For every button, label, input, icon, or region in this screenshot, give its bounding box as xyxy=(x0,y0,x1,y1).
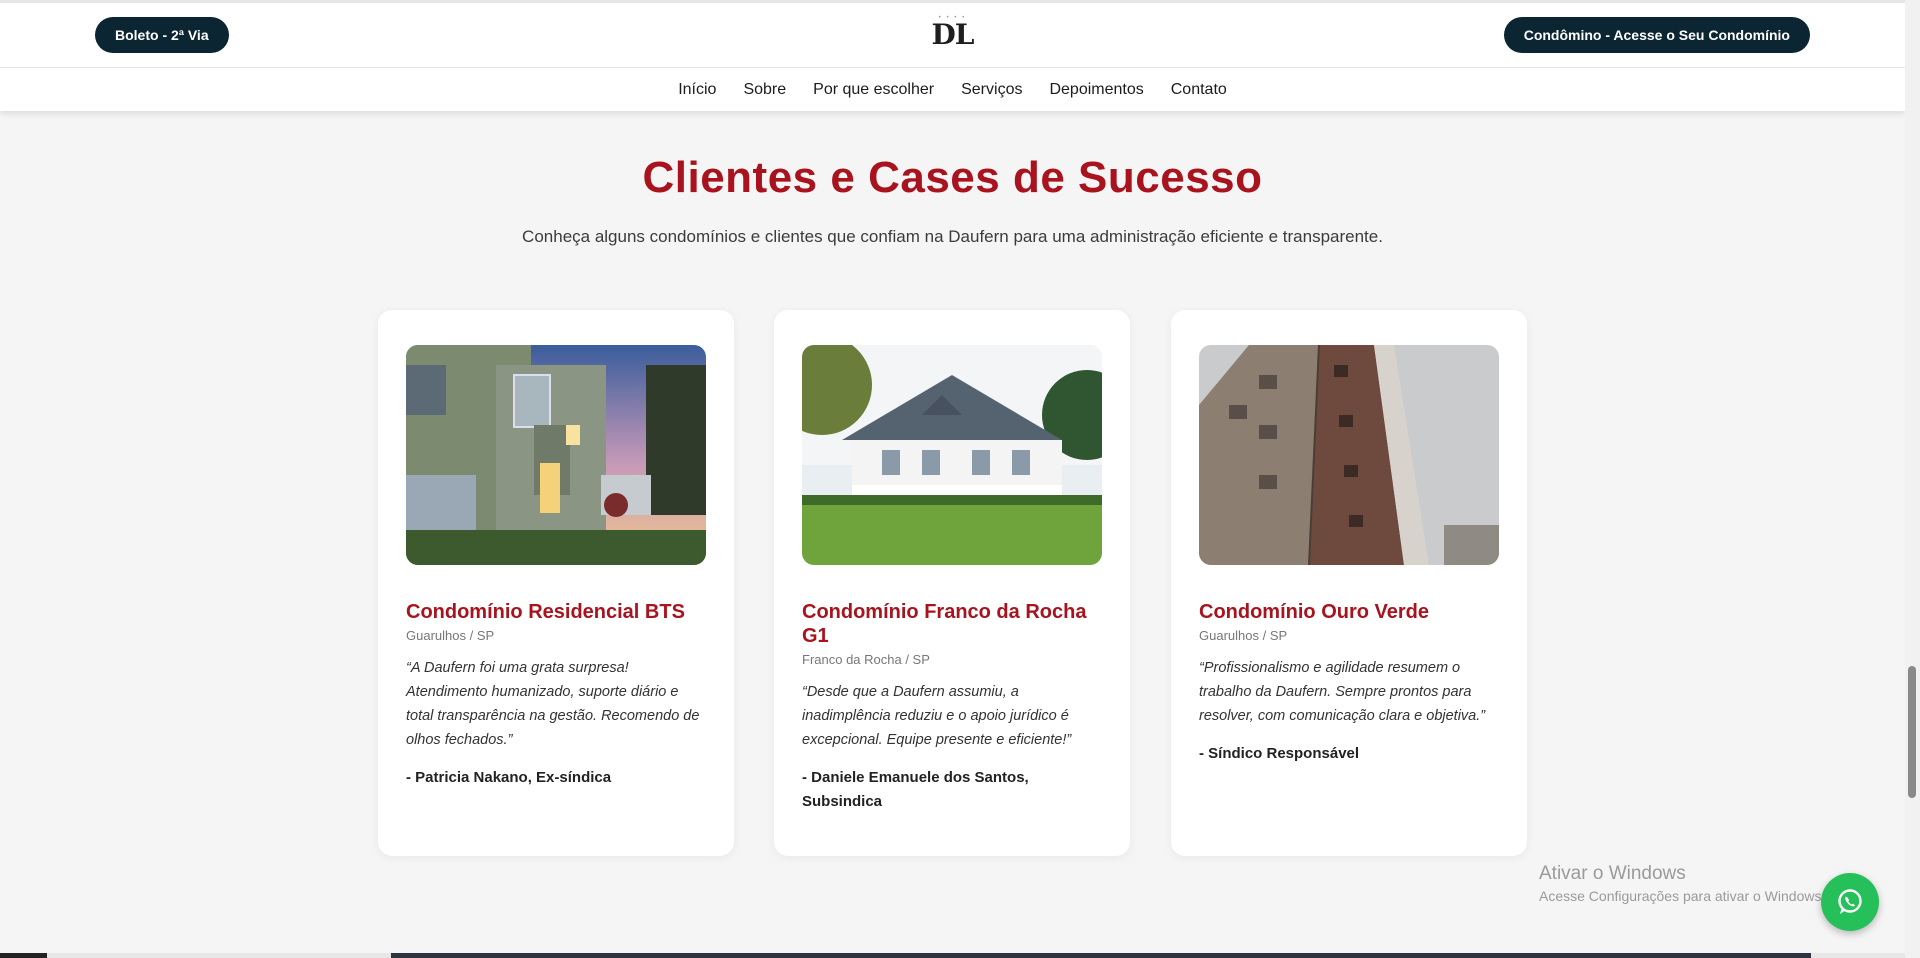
client-card: Condomínio Ouro Verde Guarulhos / SP “Pr… xyxy=(1171,310,1527,856)
logo-mark: DL xyxy=(931,18,975,51)
condo-photo-apartment-tower xyxy=(1199,345,1499,565)
windows-activation-watermark: Ativar o Windows Acesse Configurações pa… xyxy=(1539,862,1825,906)
card-title: Condomínio Ouro Verde xyxy=(1199,601,1430,623)
card-quote: “A Daufern foi uma grata surpresa! Atend… xyxy=(406,660,700,748)
card-location: Franco da Rocha / SP xyxy=(802,652,930,667)
card-title: Condomínio Franco da Rocha G1 xyxy=(802,601,1087,647)
page-scrollbar-thumb[interactable] xyxy=(1908,666,1916,798)
watermark-subtitle: Acesse Configurações para ativar o Windo… xyxy=(1539,888,1826,904)
section-title: Clientes e Cases de Sucesso xyxy=(642,153,1263,202)
whatsapp-icon xyxy=(1838,889,1862,914)
boleto-button[interactable]: Boleto - 2ª Via xyxy=(95,17,229,53)
top-header: Boleto - 2ª Via • • • • DL Condômino - A… xyxy=(0,0,1905,68)
nav-item-servicos[interactable]: Serviços xyxy=(961,81,1022,99)
card-author: - Patricia Nakano, Ex-síndica xyxy=(406,769,612,786)
condomino-access-button[interactable]: Condômino - Acesse o Seu Condomínio xyxy=(1503,17,1810,53)
bottom-strip-segment xyxy=(391,953,1811,958)
bottom-strip-segment xyxy=(0,953,47,958)
card-quote: “Desde que a Daufern assumiu, a inadimpl… xyxy=(802,684,1072,748)
card-author: - Síndico Responsável xyxy=(1199,745,1360,762)
page-scrollbar-track[interactable] xyxy=(1905,0,1920,958)
nav-item-sobre[interactable]: Sobre xyxy=(743,81,786,99)
section-subtitle: Conheça alguns condomínios e clientes qu… xyxy=(522,227,1383,246)
nav-item-depoimentos[interactable]: Depoimentos xyxy=(1049,81,1143,99)
card-quote: “Profissionalismo e agilidade resumem o … xyxy=(1199,660,1486,724)
condo-photo-modern-house xyxy=(406,345,706,565)
nav-item-por-que-escolher[interactable]: Por que escolher xyxy=(813,81,934,99)
card-location: Guarulhos / SP xyxy=(406,628,495,643)
card-location: Guarulhos / SP xyxy=(1199,628,1288,643)
main-nav: Início Sobre Por que escolher Serviços D… xyxy=(0,68,1905,111)
nav-item-contato[interactable]: Contato xyxy=(1171,81,1227,99)
watermark-title: Ativar o Windows xyxy=(1539,863,1686,884)
client-card: Condomínio Franco da Rocha G1 Franco da … xyxy=(774,310,1130,856)
condo-photo-white-house xyxy=(802,345,1102,565)
site-logo[interactable]: • • • • DL xyxy=(931,15,975,51)
client-card: Condomínio Residencial BTS Guarulhos / S… xyxy=(378,310,734,856)
card-author: - Daniele Emanuele dos Santos, Subsindic… xyxy=(802,769,1029,810)
nav-item-inicio[interactable]: Início xyxy=(678,81,716,99)
whatsapp-button[interactable] xyxy=(1821,873,1879,931)
card-title: Condomínio Residencial BTS xyxy=(406,601,685,623)
bottom-edge-strip xyxy=(0,953,1905,958)
